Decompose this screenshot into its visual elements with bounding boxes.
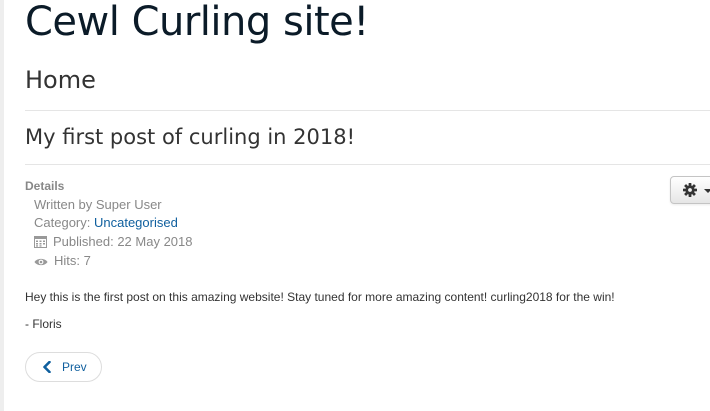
chevron-left-icon <box>43 361 51 373</box>
details-label: Details <box>25 179 65 193</box>
page: Cewl Curling site! Home My first post of… <box>0 0 710 411</box>
divider <box>25 110 710 111</box>
category-meta: Category: Uncategorised <box>34 215 178 231</box>
gear-icon <box>683 183 697 197</box>
page-heading: Home <box>25 66 96 94</box>
article-tools-button[interactable] <box>670 176 710 204</box>
published-text: Published: 22 May 2018 <box>53 234 193 249</box>
prev-button[interactable]: Prev <box>25 352 102 382</box>
author-text: Written by Super User <box>34 197 162 212</box>
prev-label: Prev <box>62 360 87 374</box>
category-link[interactable]: Uncategorised <box>94 215 178 230</box>
left-border <box>0 0 4 411</box>
chevron-down-icon <box>704 189 710 193</box>
eye-icon <box>34 258 48 266</box>
category-prefix: Category: <box>34 215 94 230</box>
article-body: Hey this is the first post on this amazi… <box>25 290 615 304</box>
site-title[interactable]: Cewl Curling site! <box>25 0 369 48</box>
divider <box>25 164 710 165</box>
hits-text: Hits: 7 <box>54 253 91 268</box>
published-meta: Published: 22 May 2018 <box>34 234 192 250</box>
article-signature: - Floris <box>25 317 62 331</box>
calendar-icon <box>34 236 47 248</box>
author-meta: Written by Super User <box>34 197 162 213</box>
hits-meta: Hits: 7 <box>34 253 91 269</box>
article-title: My first post of curling in 2018! <box>25 125 356 149</box>
